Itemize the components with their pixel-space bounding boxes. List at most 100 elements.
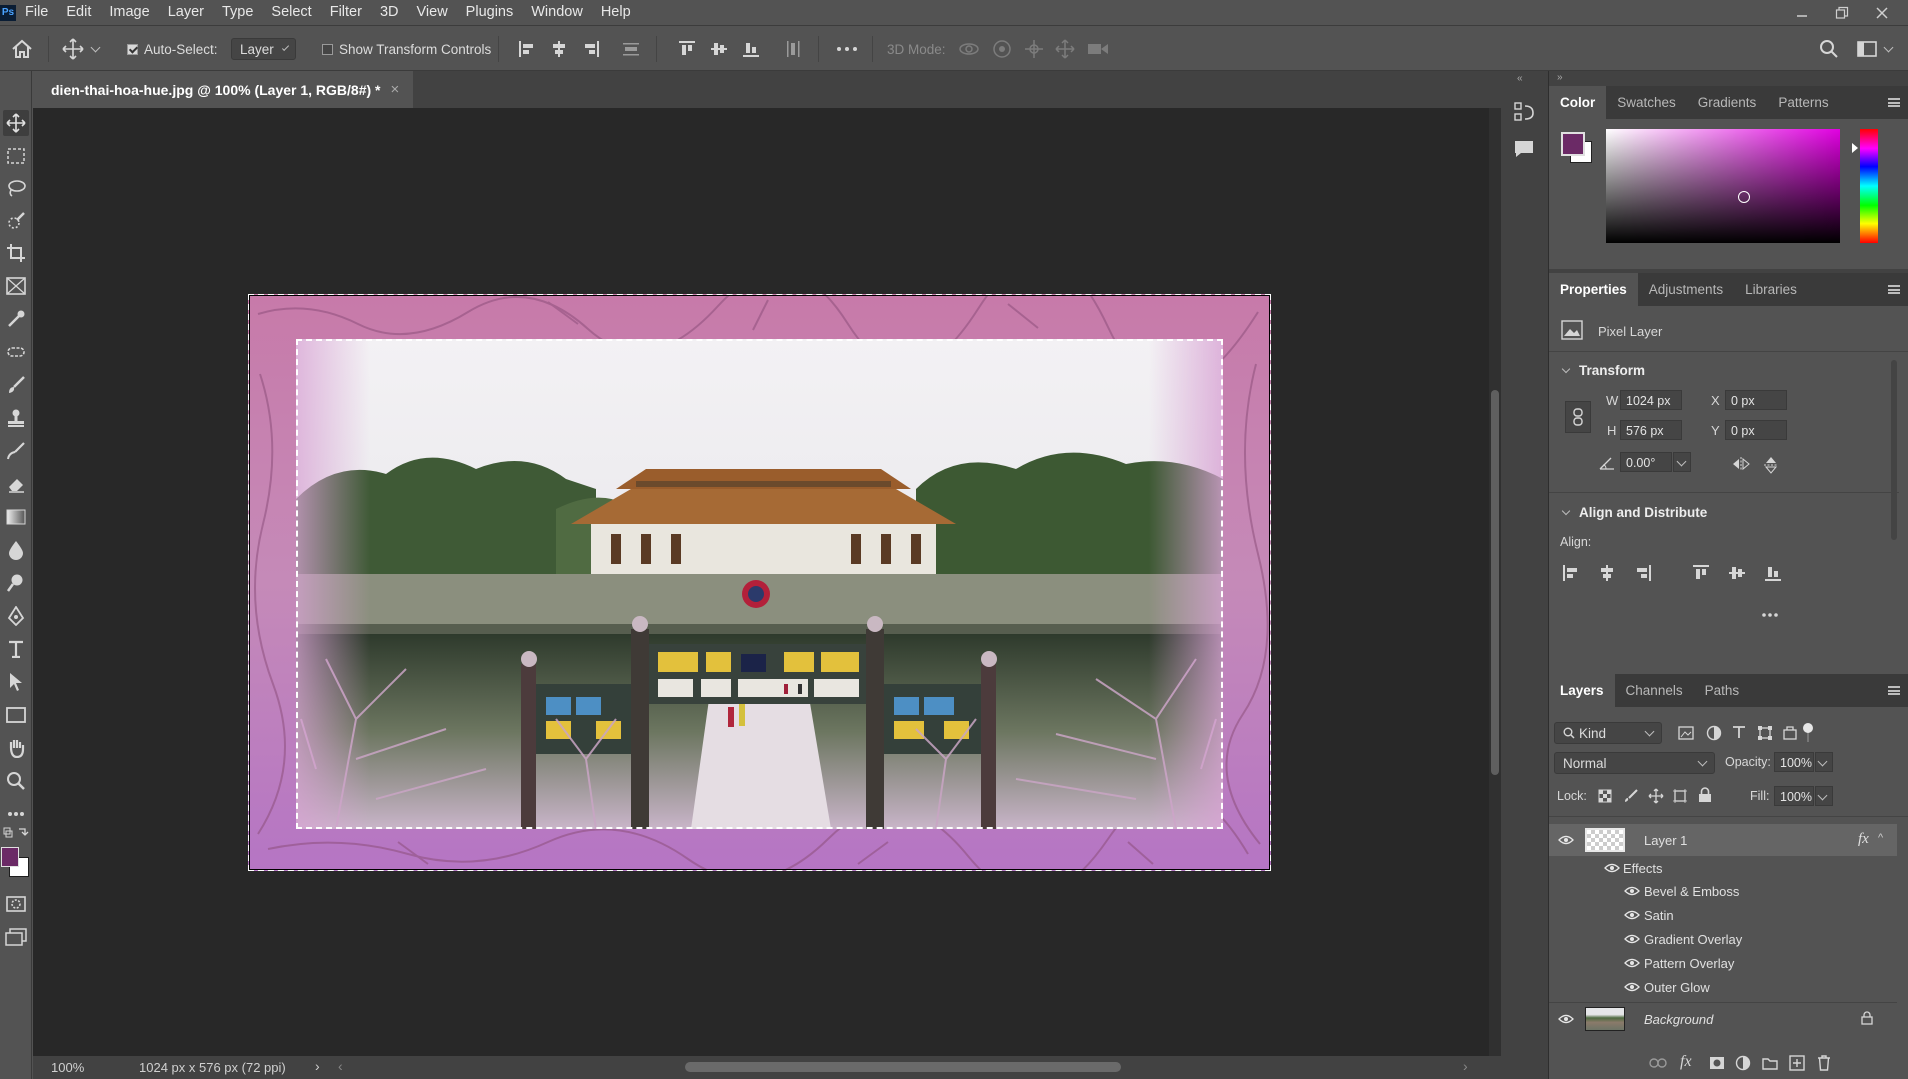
status-menu-arrow-icon[interactable]: ›	[315, 1058, 320, 1074]
new-adjustment-layer-icon[interactable]	[1735, 1055, 1751, 1071]
flip-horizontal-icon[interactable]	[1731, 456, 1751, 472]
frame-tool-icon[interactable]	[3, 273, 29, 299]
background-layer-name[interactable]: Background	[1644, 1012, 1713, 1027]
menu-file[interactable]: File	[16, 0, 57, 25]
menu-help[interactable]: Help	[592, 0, 640, 25]
lock-artboard-icon[interactable]	[1672, 788, 1688, 804]
distribute-horizontal-icon[interactable]	[784, 26, 802, 72]
add-mask-icon[interactable]	[1709, 1056, 1725, 1070]
filter-adjustment-icon[interactable]	[1706, 725, 1722, 741]
pattern-overlay-eye-icon[interactable]	[1624, 958, 1640, 968]
background-visibility-eye-icon[interactable]	[1558, 1014, 1574, 1024]
history-brush-tool-icon[interactable]	[3, 438, 29, 464]
3d-scale-icon[interactable]	[1087, 26, 1109, 72]
brush-tool-icon[interactable]	[3, 372, 29, 398]
height-field[interactable]: 576 px	[1620, 420, 1682, 440]
more-tools-icon[interactable]	[3, 801, 29, 827]
zoom-level[interactable]: 100%	[51, 1060, 84, 1075]
delete-layer-icon[interactable]	[1817, 1055, 1831, 1071]
collapse-panels-icon[interactable]: »	[1557, 72, 1563, 83]
fill-dropdown[interactable]	[1815, 786, 1833, 806]
filter-type-icon[interactable]	[1732, 725, 1746, 739]
show-transform-checkbox[interactable]	[322, 43, 333, 55]
3d-pan-icon[interactable]	[1024, 26, 1044, 72]
panel-align-left-icon[interactable]	[1562, 564, 1580, 582]
gradient-overlay-eye-icon[interactable]	[1624, 934, 1640, 944]
eyedropper-tool-icon[interactable]	[3, 306, 29, 332]
align-vertical-centers-icon[interactable]	[710, 26, 728, 72]
eraser-tool-icon[interactable]	[3, 471, 29, 497]
effect-row-gradient-overlay[interactable]: Gradient Overlay	[1549, 928, 1897, 950]
effect-row-bevel-emboss[interactable]: Bevel & Emboss	[1549, 880, 1897, 902]
tab-adjustments[interactable]: Adjustments	[1638, 273, 1734, 306]
add-layer-style-fx-icon[interactable]: fx	[1680, 1053, 1692, 1071]
scroll-right-icon[interactable]: ›	[1463, 1058, 1468, 1074]
3d-roll-icon[interactable]	[992, 26, 1012, 72]
panel-align-center-icon[interactable]	[1598, 564, 1616, 582]
lasso-tool-icon[interactable]	[3, 175, 29, 201]
menu-layer[interactable]: Layer	[159, 0, 213, 25]
filter-shape-icon[interactable]	[1757, 725, 1773, 741]
crop-tool-icon[interactable]	[3, 240, 29, 266]
type-tool-icon[interactable]	[3, 636, 29, 662]
hand-tool-icon[interactable]	[3, 735, 29, 761]
panel-foreground-swatch[interactable]	[1561, 132, 1585, 156]
align-left-edges-icon[interactable]	[518, 26, 536, 72]
document-tab[interactable]: dien-thai-hoa-hue.jpg @ 100% (Layer 1, R…	[33, 71, 413, 108]
close-window-button[interactable]	[1862, 0, 1902, 25]
more-options-icon[interactable]	[836, 26, 858, 72]
width-field[interactable]: 1024 px	[1620, 390, 1682, 410]
menu-image[interactable]: Image	[100, 0, 158, 25]
close-tab-icon[interactable]: ×	[391, 81, 400, 98]
vertical-scrollbar-thumb[interactable]	[1491, 390, 1499, 775]
link-icon[interactable]	[1565, 401, 1591, 433]
menu-filter[interactable]: Filter	[321, 0, 371, 25]
lock-all-icon[interactable]	[1698, 787, 1712, 803]
y-field[interactable]: 0 px	[1725, 420, 1787, 440]
comments-icon[interactable]	[1513, 139, 1535, 159]
panel-align-bottom-icon[interactable]	[1764, 564, 1782, 582]
angle-field[interactable]: 0.00°	[1620, 452, 1672, 472]
clone-stamp-tool-icon[interactable]	[3, 405, 29, 431]
healing-brush-tool-icon[interactable]	[3, 339, 29, 365]
outer-glow-eye-icon[interactable]	[1624, 982, 1640, 992]
restore-button[interactable]	[1822, 0, 1862, 25]
bevel-emboss-eye-icon[interactable]	[1624, 886, 1640, 896]
tab-libraries[interactable]: Libraries	[1734, 273, 1808, 306]
menu-plugins[interactable]: Plugins	[457, 0, 523, 25]
align-section-header[interactable]: Align and Distribute	[1561, 505, 1707, 520]
layer-row-layer-1[interactable]: Layer 1 fx ^	[1549, 824, 1897, 856]
new-group-icon[interactable]	[1762, 1056, 1778, 1070]
swap-colors-icon[interactable]	[3, 825, 29, 841]
align-top-edges-icon[interactable]	[678, 26, 696, 72]
filter-toggle-icon[interactable]	[1802, 722, 1814, 742]
lock-transparent-icon[interactable]	[1598, 789, 1612, 803]
tab-layers[interactable]: Layers	[1549, 674, 1615, 707]
auto-select-checkbox[interactable]	[127, 43, 138, 55]
align-horizontal-centers-icon[interactable]	[550, 26, 568, 72]
panel-align-right-icon[interactable]	[1634, 564, 1652, 582]
menu-window[interactable]: Window	[522, 0, 592, 25]
menu-select[interactable]: Select	[262, 0, 320, 25]
distribute-vertical-icon[interactable]	[622, 26, 640, 72]
link-layers-icon[interactable]	[1649, 1057, 1667, 1069]
tab-swatches[interactable]: Swatches	[1606, 86, 1687, 119]
filter-pixel-icon[interactable]	[1678, 726, 1694, 740]
panel-align-middle-icon[interactable]	[1728, 564, 1746, 582]
screen-mode-icon[interactable]	[3, 924, 29, 950]
hue-slider-handle[interactable]	[1852, 143, 1858, 153]
quick-selection-tool-icon[interactable]	[3, 208, 29, 234]
layer-row-background[interactable]: Background	[1549, 1002, 1897, 1034]
gradient-tool-icon[interactable]	[3, 504, 29, 530]
layers-panel-menu-icon[interactable]	[1888, 686, 1900, 695]
workspace-icon[interactable]	[1857, 26, 1894, 72]
3d-orbit-icon[interactable]	[958, 26, 980, 72]
satin-eye-icon[interactable]	[1624, 910, 1640, 920]
new-layer-icon[interactable]	[1789, 1055, 1805, 1071]
rectangle-tool-icon[interactable]	[3, 702, 29, 728]
opacity-dropdown[interactable]	[1815, 752, 1833, 772]
minimize-button[interactable]	[1782, 0, 1822, 25]
lock-pixels-icon[interactable]	[1623, 788, 1639, 804]
collapse-effects-icon[interactable]: ^	[1878, 832, 1883, 844]
collapse-dock-icon[interactable]: «	[1517, 73, 1523, 84]
